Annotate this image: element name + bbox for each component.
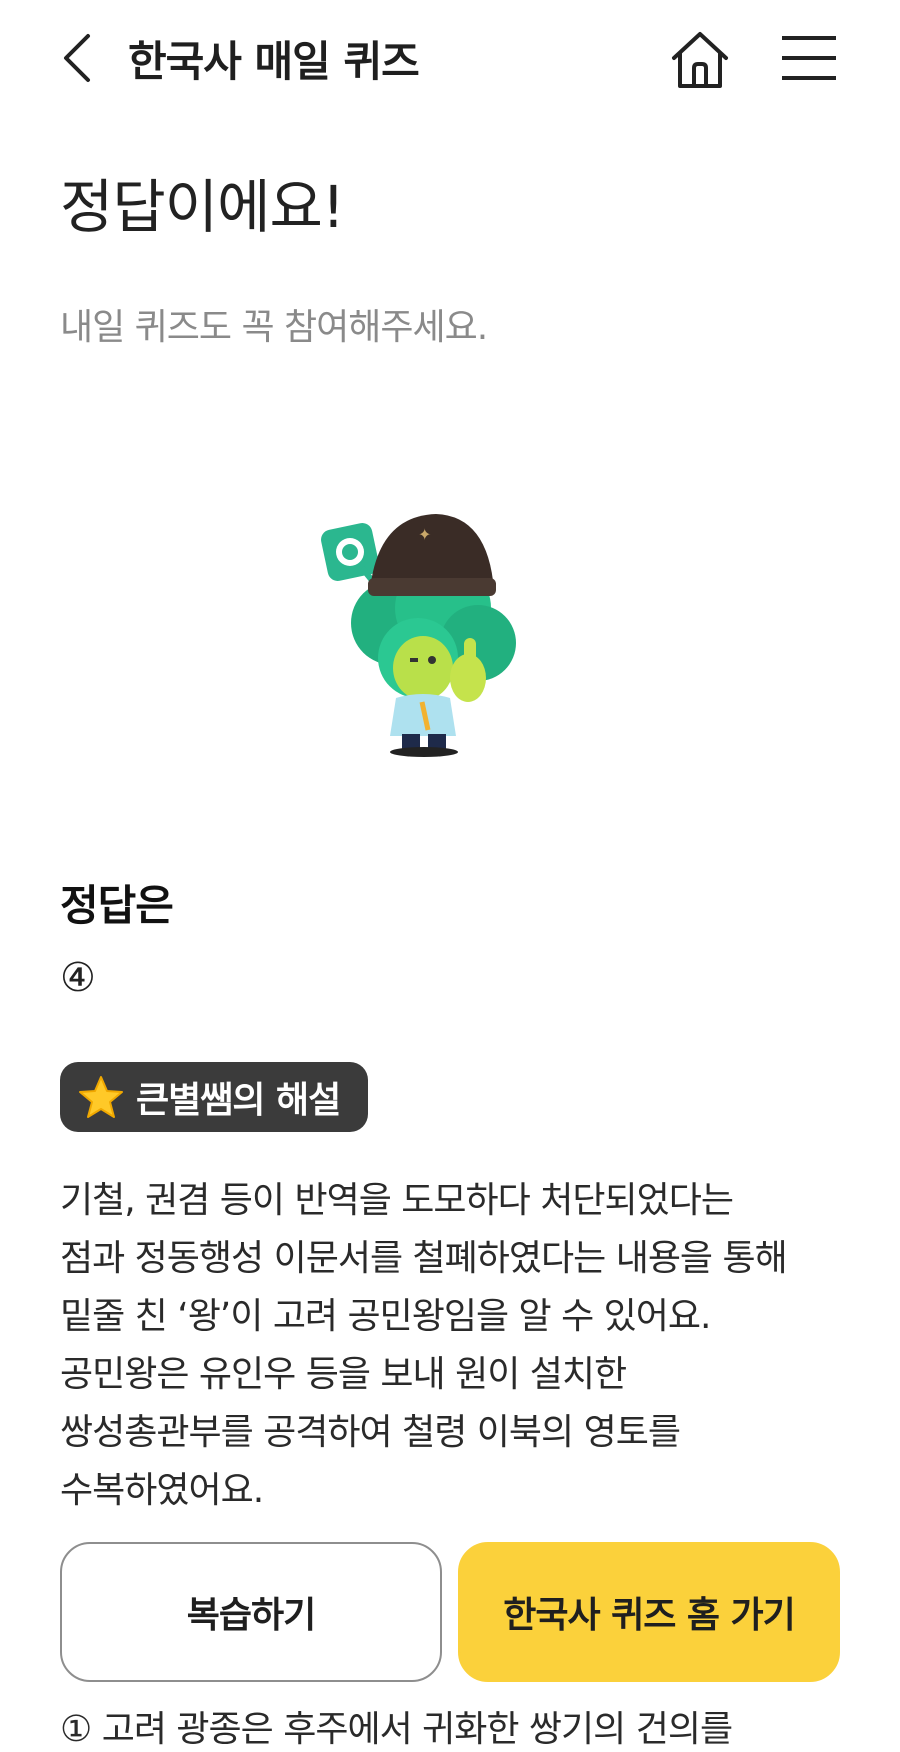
app-bar: 한국사 매일 퀴즈 xyxy=(0,0,900,118)
explanation-badge: 큰별쌤의 해설 xyxy=(60,1062,368,1132)
explanation-line: 기철, 권겸 등이 반역을 도모하다 처단되었다는 xyxy=(60,1180,734,1221)
page-title: 한국사 매일 퀴즈 xyxy=(128,37,420,86)
review-button[interactable]: 복습하기 xyxy=(60,1542,442,1682)
choice-item: ① 고려 광종은 후주에서 귀화한 쌍기의 건의를 xyxy=(60,1709,733,1750)
chevron-left-icon[interactable] xyxy=(58,28,98,88)
quiz-home-button[interactable]: 한국사 퀴즈 홈 가기 xyxy=(458,1542,840,1682)
explanation-badge-label: 큰별쌤의 해설 xyxy=(136,1080,341,1121)
explanation-line: 점과 정동행성 이문서를 철폐하였다는 내용을 통해 xyxy=(60,1238,788,1279)
mascot-illustration: ✦ xyxy=(321,514,516,757)
explanation-line: 수복하였어요. xyxy=(60,1470,264,1511)
hamburger-menu-icon[interactable] xyxy=(780,32,838,84)
explanation-line: 쌍성총관부를 공격하여 철령 이북의 영토를 xyxy=(60,1412,681,1453)
result-headline: 정답이에요! xyxy=(60,173,345,241)
explanation-line: 공민왕은 유인우 등을 보내 원이 설치한 xyxy=(60,1354,627,1395)
result-subtext: 내일 퀴즈도 꼭 참여해주세요. xyxy=(60,307,488,348)
explanation-line: 밑줄 친 ‘왕’이 고려 공민왕임을 알 수 있어요. xyxy=(60,1296,711,1337)
explanation-text: 기철, 권겸 등이 반역을 도모하다 처단되었다는 점과 정동행성 이문서를 철… xyxy=(60,1172,860,1520)
svg-text:✦: ✦ xyxy=(418,525,431,544)
home-icon[interactable] xyxy=(668,28,732,92)
answer-value: ④ xyxy=(60,955,96,1001)
star-icon xyxy=(79,1076,123,1118)
answer-heading: 정답은 xyxy=(60,881,174,930)
